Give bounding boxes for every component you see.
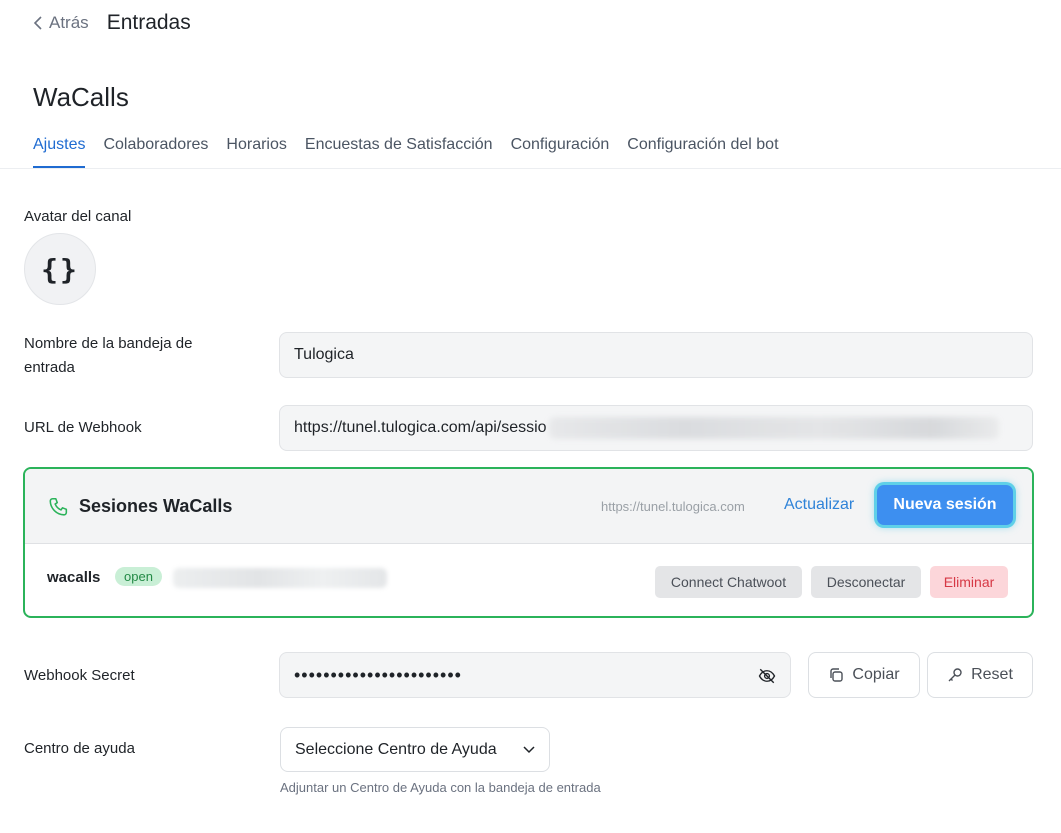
tab-horarios[interactable]: Horarios <box>226 134 286 168</box>
inbox-name-input[interactable]: Tulogica <box>279 332 1033 378</box>
channel-avatar[interactable]: {} <box>24 233 96 305</box>
webhook-url-label: URL de Webhook <box>24 419 142 436</box>
header-title: Entradas <box>106 11 191 34</box>
chevron-down-icon <box>523 745 535 753</box>
redacted-url <box>548 417 999 439</box>
webhook-url-value: https://tunel.tulogica.com/api/sessio <box>294 419 547 436</box>
sessions-card-header: Sesiones WaCalls https://tunel.tulogica.… <box>25 469 1032 544</box>
tabs-divider <box>0 168 1061 169</box>
disconnect-button[interactable]: Desconectar <box>811 566 921 598</box>
back-button[interactable]: Atrás <box>33 13 89 33</box>
tab-colaboradores[interactable]: Colaboradores <box>103 134 208 168</box>
webhook-secret-value: ••••••••••••••••••••••• <box>294 664 462 685</box>
new-session-button[interactable]: Nueva sesión <box>877 485 1013 525</box>
copy-label: Copiar <box>852 666 900 683</box>
topbar: Atrás Entradas <box>33 10 191 36</box>
webhook-url-input[interactable]: https://tunel.tulogica.com/api/sessio <box>279 405 1033 451</box>
inbox-title: WaCalls <box>33 82 129 112</box>
connect-chatwoot-button[interactable]: Connect Chatwoot <box>655 566 802 598</box>
help-center-label: Centro de ayuda <box>24 740 135 757</box>
tab-configuracion-bot[interactable]: Configuración del bot <box>627 134 778 168</box>
tab-configuracion[interactable]: Configuración <box>511 134 610 168</box>
tab-ajustes[interactable]: Ajustes <box>33 134 86 168</box>
sessions-url: https://tunel.tulogica.com <box>601 499 745 514</box>
refresh-button[interactable]: Actualizar <box>784 496 854 514</box>
help-center-select[interactable]: Seleccione Centro de Ayuda <box>280 727 550 772</box>
copy-icon <box>830 668 844 682</box>
copy-button[interactable]: Copiar <box>808 652 920 698</box>
help-center-hint: Adjuntar un Centro de Ayuda con la bande… <box>280 780 601 795</box>
avatar-label: Avatar del canal <box>24 208 132 225</box>
session-name: wacalls <box>47 569 101 586</box>
key-icon <box>948 668 962 682</box>
sessions-title: Sesiones WaCalls <box>79 496 233 516</box>
webhook-secret-label: Webhook Secret <box>24 667 135 684</box>
inbox-name-label: Nombre de la bandeja de entrada <box>24 335 193 376</box>
status-badge: open <box>115 567 162 586</box>
delete-button[interactable]: Eliminar <box>930 566 1008 598</box>
tab-encuestas[interactable]: Encuestas de Satisfacción <box>305 134 493 168</box>
reset-button[interactable]: Reset <box>927 652 1033 698</box>
reset-label: Reset <box>971 666 1013 683</box>
chevron-left-icon <box>33 16 42 30</box>
inbox-name-value: Tulogica <box>294 346 354 363</box>
eye-off-icon[interactable] <box>758 667 776 685</box>
redacted-session-info <box>173 568 387 588</box>
braces-icon: {} <box>41 252 79 286</box>
settings-tabs: Ajustes Colaboradores Horarios Encuestas… <box>33 134 797 168</box>
sessions-card: Sesiones WaCalls https://tunel.tulogica.… <box>23 467 1034 618</box>
inbox-settings-page: Atrás Entradas WaCalls Ajustes Colaborad… <box>0 0 1061 833</box>
phone-icon <box>49 497 68 516</box>
webhook-secret-input[interactable]: ••••••••••••••••••••••• <box>279 652 791 698</box>
back-label: Atrás <box>49 13 89 32</box>
help-center-selected: Seleccione Centro de Ayuda <box>295 740 497 758</box>
